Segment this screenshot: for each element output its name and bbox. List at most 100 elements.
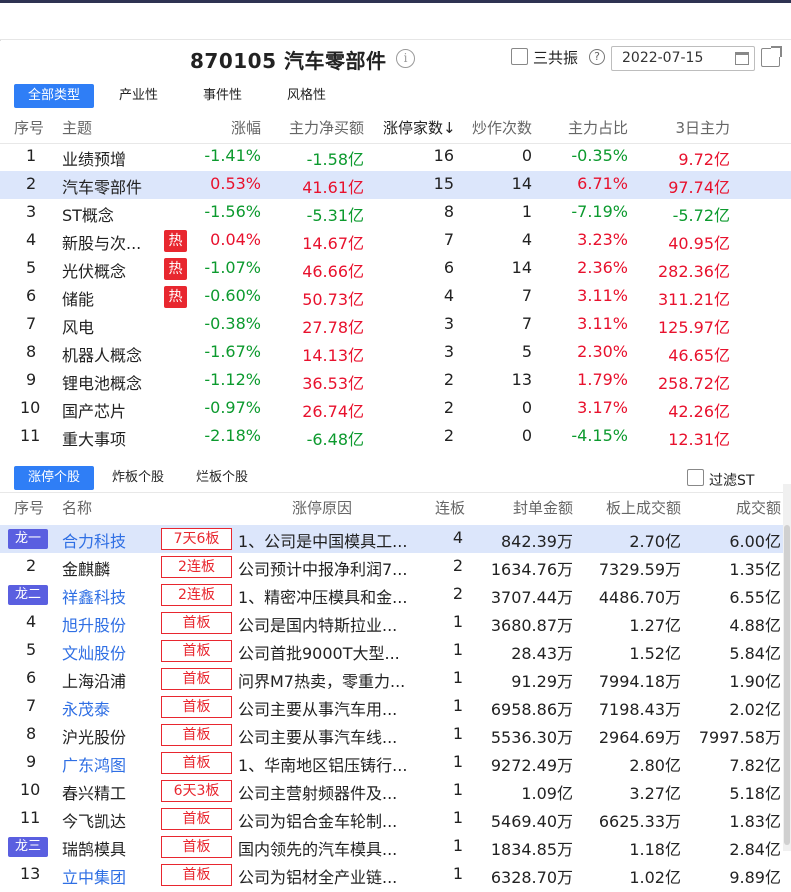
concept-change: -1.41% — [204, 146, 261, 165]
limit-reason[interactable]: 1、精密冲压模具和金... — [238, 584, 418, 608]
stock-name[interactable]: 合力科技 — [62, 528, 126, 552]
concept-row[interactable]: 3 ST概念 -1.56% -5.31亿 8 1 -7.19% -5.72亿 — [0, 199, 791, 227]
stock-seal-amount: 5469.40万 — [490, 812, 573, 831]
stock-turnover: 1.83亿 — [729, 812, 781, 831]
concept-row[interactable]: 2 汽车零部件 0.53% 41.61亿 15 14 6.71% 97.74亿 — [0, 171, 791, 199]
stock-row[interactable]: 5 文灿股份 首板 公司首批9000T大型... 1 28.43万 1.52亿 5.84亿 — [0, 637, 791, 665]
stock-row[interactable]: 11 今飞凯达 首板 公司为铝合金车轮制... 1 5469.40万 6625.33万 1.8… — [0, 805, 791, 833]
limit-reason[interactable]: 公司预计中报净利润7... — [238, 556, 418, 580]
board-count-badge: 首板 — [161, 668, 232, 690]
concept-row[interactable]: 6 储能 -0.60% 50.73亿 4 7 3.11% 311.21亿 热 — [0, 283, 791, 311]
limit-reason[interactable]: 国内领先的汽车模具... — [238, 836, 418, 860]
col-3day[interactable]: 3日主力 — [675, 117, 730, 138]
col-times[interactable]: 炒作次数 — [472, 117, 532, 138]
stock-row[interactable]: 7 永茂泰 首板 公司主要从事汽车用... 1 6958.86万 7198.43万 2.02亿 — [0, 693, 791, 721]
concept-net-buy: 26.74亿 — [302, 402, 364, 421]
concept-3day: 42.26亿 — [668, 402, 730, 421]
stock-seal-amount: 3680.87万 — [490, 616, 573, 635]
stock-name[interactable]: 广东鸿图 — [62, 752, 126, 776]
limit-reason[interactable]: 公司为铝材全产业链... — [238, 864, 418, 888]
stock-row[interactable]: 10 春兴精工 6天3板 公司主营射频器件及... 1 1.09亿 3.27亿 5.18亿 — [0, 777, 791, 805]
col-ratio[interactable]: 主力占比 — [568, 117, 628, 138]
concept-row[interactable]: 10 国产芯片 -0.97% 26.74亿 2 0 3.17% 42.26亿 — [0, 395, 791, 423]
title-row: 870105 汽车零部件 i 三共振 ? 2022-07-15 — [0, 41, 791, 77]
col-theme: 主题 — [62, 119, 93, 137]
stock-row[interactable]: 13 立中集团 首板 公司为铝材全产业链... 1 6328.70万 1.02亿 9.89亿 — [0, 861, 791, 889]
stock-seal-amount: 1834.85万 — [490, 840, 573, 859]
concept-row[interactable]: 9 锂电池概念 -1.12% 36.53亿 2 13 1.79% 258.72亿 — [0, 367, 791, 395]
concept-name: 光伏概念 — [62, 262, 127, 281]
sangong-label: 三共振 — [533, 49, 579, 67]
info-icon[interactable]: i — [396, 49, 415, 68]
board-count-badge: 首板 — [161, 640, 232, 662]
concept-no: 7 — [26, 314, 37, 333]
tab-all-types[interactable]: 全部类型 — [14, 84, 95, 108]
tab-event[interactable]: 事件性 — [189, 84, 256, 108]
stock-row[interactable]: 龙二 祥鑫科技 2连板 1、精密冲压模具和金... 2 3707.44万 4486.70万 6… — [0, 581, 791, 609]
concept-row[interactable]: 4 新股与次... 0.04% 14.67亿 7 4 3.23% 40.95亿 热 — [0, 227, 791, 255]
limit-reason[interactable]: 公司是国内特斯拉业... — [238, 612, 418, 636]
concept-times: 0 — [521, 426, 532, 445]
concept-limit-count: 4 — [443, 286, 454, 305]
concept-no: 10 — [20, 398, 41, 417]
stock-lianban: 1 — [452, 724, 463, 743]
limit-reason[interactable]: 问界M7热卖，零重力... — [238, 668, 418, 692]
stock-row[interactable]: 2 金麒麟 2连板 公司预计中报净利润7... 2 1634.76万 7329.59万 1.3… — [0, 553, 791, 581]
concept-row[interactable]: 11 重大事项 -2.18% -6.48亿 2 0 -4.15% 12.31亿 — [0, 423, 791, 451]
concept-row[interactable]: 1 业绩预增 -1.41% -1.58亿 16 0 -0.35% 9.72亿 — [0, 143, 791, 171]
stock-row[interactable]: 6 上海沿浦 首板 问界M7热卖，零重力... 1 91.29万 7994.18万 1.90亿 — [0, 665, 791, 693]
filter-st-checkbox[interactable] — [687, 469, 704, 486]
concept-limit-count: 16 — [433, 146, 454, 165]
concept-no: 2 — [26, 174, 37, 193]
stock-name[interactable]: 祥鑫科技 — [62, 584, 126, 608]
stock-seal-amount: 1.09亿 — [521, 784, 573, 803]
stock-row[interactable]: 龙一 合力科技 7天6板 1、公司是中国模具工... 4 842.39万 2.70亿 6.00… — [0, 525, 791, 553]
help-icon[interactable]: ? — [589, 49, 605, 65]
stock-row[interactable]: 龙三 瑞鹄模具 首板 国内领先的汽车模具... 1 1834.85万 1.18亿 2.84亿 — [0, 833, 791, 861]
stock-name: 今飞凯达 — [62, 812, 127, 831]
tab-limit-up-stocks[interactable]: 涨停个股 — [14, 466, 95, 490]
stock-row[interactable]: 4 旭升股份 首板 公司是国内特斯拉业... 1 3680.87万 1.27亿 4.88亿 — [0, 609, 791, 637]
concept-3day: 282.36亿 — [658, 262, 730, 281]
limit-reason[interactable]: 1、公司是中国模具工... — [238, 528, 418, 552]
limit-reason[interactable]: 公司主营射频器件及... — [238, 780, 418, 804]
stock-lianban: 1 — [452, 752, 463, 771]
col-change[interactable]: 涨幅 — [231, 117, 261, 138]
concept-name: 风电 — [62, 318, 95, 337]
calendar-icon[interactable] — [735, 52, 749, 65]
scol-lianban[interactable]: 连板 — [435, 497, 465, 518]
concept-row[interactable]: 7 风电 -0.38% 27.78亿 3 7 3.11% 125.97亿 — [0, 311, 791, 339]
stock-scrollbar-thumb[interactable] — [784, 525, 790, 845]
stock-row[interactable]: 8 沪光股份 首板 公司主要从事汽车线... 1 5536.30万 2964.69万 7997… — [0, 721, 791, 749]
stock-name[interactable]: 立中集团 — [62, 864, 126, 888]
col-limit-count[interactable]: 涨停家数↓ — [383, 117, 456, 138]
sangong-checkbox[interactable] — [511, 48, 528, 65]
limit-reason[interactable]: 公司主要从事汽车用... — [238, 696, 418, 720]
tab-industry[interactable]: 产业性 — [105, 84, 172, 108]
scol-board-turnover[interactable]: 板上成交额 — [606, 497, 681, 518]
limit-reason[interactable]: 1、华南地区铝压铸行... — [238, 752, 418, 776]
scol-seal-amount[interactable]: 封单金额 — [513, 497, 573, 518]
concept-row[interactable]: 8 机器人概念 -1.67% 14.13亿 3 5 2.30% 46.65亿 — [0, 339, 791, 367]
limit-reason[interactable]: 公司主要从事汽车线... — [238, 724, 418, 748]
concept-limit-count: 7 — [443, 230, 454, 249]
tab-rotten-board[interactable]: 烂板个股 — [182, 466, 262, 490]
stock-turnover: 1.90亿 — [729, 672, 781, 691]
concept-ratio: 2.36% — [577, 258, 628, 277]
concept-ratio: 1.79% — [577, 370, 628, 389]
stock-name[interactable]: 旭升股份 — [62, 612, 126, 636]
col-net-buy[interactable]: 主力净买额 — [289, 117, 364, 138]
limit-reason[interactable]: 公司首批9000T大型... — [238, 640, 418, 664]
stock-row[interactable]: 9 广东鸿图 首板 1、华南地区铝压铸行... 1 9272.49万 2.80亿 7.82亿 — [0, 749, 791, 777]
concept-name: 新股与次... — [62, 234, 142, 253]
tab-style[interactable]: 风格性 — [273, 84, 340, 108]
scol-turnover[interactable]: 成交额 — [736, 497, 781, 518]
concept-name: 重大事项 — [62, 430, 127, 449]
concept-row[interactable]: 5 光伏概念 -1.07% 46.66亿 6 14 2.36% 282.36亿 热 — [0, 255, 791, 283]
share-icon[interactable] — [761, 46, 782, 67]
tab-broken-board[interactable]: 炸板个股 — [98, 466, 178, 490]
date-picker[interactable]: 2022-07-15 — [611, 46, 755, 71]
limit-reason[interactable]: 公司为铝合金车轮制... — [238, 808, 418, 832]
stock-name[interactable]: 文灿股份 — [62, 640, 126, 664]
stock-name[interactable]: 永茂泰 — [62, 696, 110, 720]
